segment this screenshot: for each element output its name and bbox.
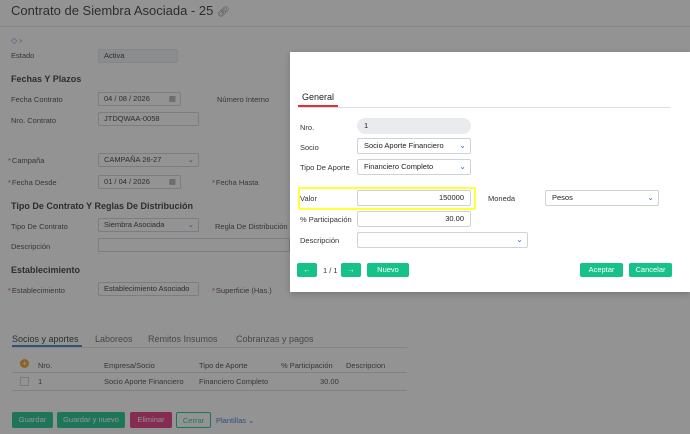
chevron-down-icon: ⌄: [459, 141, 466, 150]
arrow-left-icon: ←: [303, 265, 311, 274]
arrow-right-icon: →: [347, 265, 355, 274]
descripcion-label: Descripción: [300, 236, 340, 245]
nro-label: Nro.: [300, 123, 315, 132]
aceptar-button[interactable]: Aceptar: [580, 263, 623, 277]
moneda-label: Moneda: [488, 194, 516, 203]
participacion-label: % Participación: [300, 215, 352, 224]
socio-label: Socio: [300, 143, 319, 152]
tipo-aporte-label: Tipo De Aporte: [300, 163, 350, 172]
cancelar-button[interactable]: Cancelar: [629, 263, 672, 277]
previous-button[interactable]: ←: [297, 263, 317, 277]
valor-highlight: [298, 187, 476, 210]
next-button[interactable]: →: [341, 263, 361, 277]
chevron-down-icon: ⌄: [516, 235, 523, 244]
tipo-aporte-select[interactable]: Financiero Completo ⌄: [357, 159, 471, 175]
chevron-down-icon: ⌄: [647, 193, 654, 202]
nuevo-button[interactable]: Nuevo: [367, 263, 409, 277]
socio-select[interactable]: Socio Aporte Financiero ⌄: [357, 138, 471, 154]
descripcion-select[interactable]: ⌄: [357, 232, 528, 248]
tab-general[interactable]: General: [302, 92, 334, 102]
tab-divider: [298, 107, 670, 108]
pager-text: 1 / 1: [323, 266, 338, 275]
chevron-down-icon: ⌄: [459, 162, 466, 171]
socio-aporte-modal: General Nro. 1 Socio Socio Aporte Financ…: [290, 52, 690, 292]
moneda-select[interactable]: Pesos ⌄: [545, 190, 659, 206]
nro-field: 1: [357, 118, 471, 134]
participacion-input[interactable]: 30.00: [357, 211, 471, 227]
